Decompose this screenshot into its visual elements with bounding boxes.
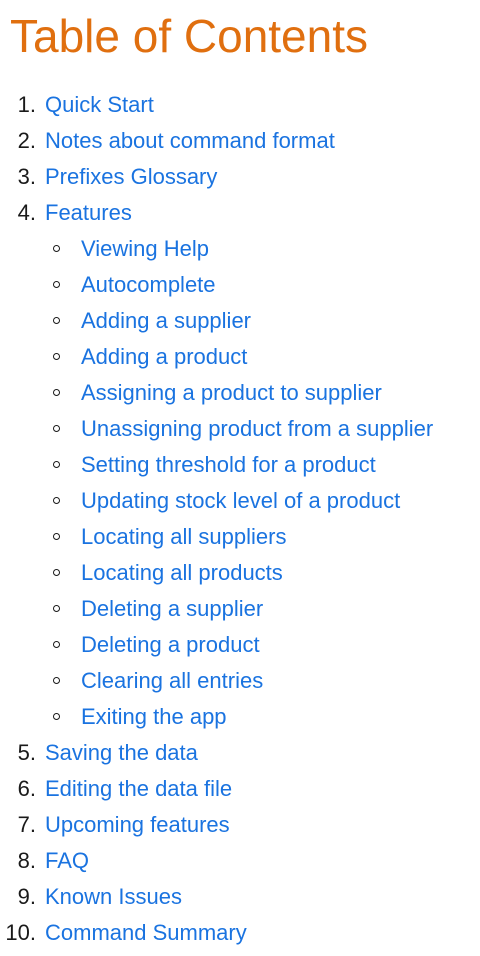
hollow-bullet-icon [53,425,60,432]
hollow-bullet-icon [53,569,60,576]
toc-link-locating-all-products[interactable]: Locating all products [81,555,283,591]
toc-item: 10. Command Summary [0,915,480,951]
toc-item-number: 7. [17,812,36,837]
hollow-bullet-icon [53,353,60,360]
toc-link-upcoming-features[interactable]: Upcoming features [45,807,230,843]
toc-item: 5. Saving the data [0,735,480,771]
toc-item-number: 6. [17,776,36,801]
hollow-bullet-icon [53,281,60,288]
toc-item-number: 8. [17,848,36,873]
toc-subitem: Setting threshold for a product [0,447,480,483]
toc-item-number: 2. [17,128,36,153]
toc-subitem: Deleting a product [0,627,480,663]
toc-subitem: Adding a product [0,339,480,375]
toc-link-adding-a-product[interactable]: Adding a product [81,339,247,375]
toc-subitem: Autocomplete [0,267,480,303]
toc-item: 1. Quick Start [0,87,480,123]
toc-link-autocomplete[interactable]: Autocomplete [81,267,216,303]
table-of-contents: 1. Quick Start 2. Notes about command fo… [0,87,480,951]
page-title: Table of Contents [10,10,369,62]
toc-link-features[interactable]: Features [45,195,132,231]
toc-link-quick-start[interactable]: Quick Start [45,87,154,123]
toc-link-clearing-all-entries[interactable]: Clearing all entries [81,663,263,699]
toc-item: 3. Prefixes Glossary [0,159,480,195]
toc-link-viewing-help[interactable]: Viewing Help [81,231,209,267]
toc-link-unassigning-product-from-a-supplier[interactable]: Unassigning product from a supplier [81,411,433,447]
toc-subitem: Adding a supplier [0,303,480,339]
toc-link-saving-the-data[interactable]: Saving the data [45,735,198,771]
toc-item-number: 1. [17,92,36,117]
toc-link-assigning-a-product-to-supplier[interactable]: Assigning a product to supplier [81,375,382,411]
hollow-bullet-icon [53,605,60,612]
toc-subitem: Deleting a supplier [0,591,480,627]
toc-link-exiting-the-app[interactable]: Exiting the app [81,699,227,735]
toc-item: 8. FAQ [0,843,480,879]
toc-item: 4. Features [0,195,480,231]
toc-item-number: 5. [17,740,36,765]
toc-subitem: Locating all suppliers [0,519,480,555]
toc-subitem: Viewing Help [0,231,480,267]
toc-item-number: 9. [17,884,36,909]
toc-link-updating-stock-level-of-a-product[interactable]: Updating stock level of a product [81,483,400,519]
toc-link-deleting-a-supplier[interactable]: Deleting a supplier [81,591,263,627]
toc-link-known-issues[interactable]: Known Issues [45,879,182,915]
toc-item: 2. Notes about command format [0,123,480,159]
hollow-bullet-icon [53,713,60,720]
toc-subitem: Assigning a product to supplier [0,375,480,411]
toc-link-notes-about-command-format[interactable]: Notes about command format [45,123,335,159]
toc-item-number: 4. [17,200,36,225]
hollow-bullet-icon [53,677,60,684]
hollow-bullet-icon [53,461,60,468]
toc-item-number: 10. [5,920,36,945]
hollow-bullet-icon [53,245,60,252]
toc-subitem: Updating stock level of a product [0,483,480,519]
toc-link-prefixes-glossary[interactable]: Prefixes Glossary [45,159,217,195]
hollow-bullet-icon [53,389,60,396]
toc-link-editing-the-data-file[interactable]: Editing the data file [45,771,232,807]
toc-subitem: Clearing all entries [0,663,480,699]
toc-item: 7. Upcoming features [0,807,480,843]
hollow-bullet-icon [53,641,60,648]
hollow-bullet-icon [53,497,60,504]
toc-item-number: 3. [17,164,36,189]
toc-link-command-summary[interactable]: Command Summary [45,915,247,951]
hollow-bullet-icon [53,317,60,324]
toc-item: 9. Known Issues [0,879,480,915]
toc-item: 6. Editing the data file [0,771,480,807]
toc-link-deleting-a-product[interactable]: Deleting a product [81,627,260,663]
toc-subitem: Locating all products [0,555,480,591]
toc-link-adding-a-supplier[interactable]: Adding a supplier [81,303,251,339]
toc-subitem: Unassigning product from a supplier [0,411,480,447]
toc-link-faq[interactable]: FAQ [45,843,89,879]
toc-link-locating-all-suppliers[interactable]: Locating all suppliers [81,519,286,555]
toc-link-setting-threshold-for-a-product[interactable]: Setting threshold for a product [81,447,376,483]
toc-subitem: Exiting the app [0,699,480,735]
hollow-bullet-icon [53,533,60,540]
